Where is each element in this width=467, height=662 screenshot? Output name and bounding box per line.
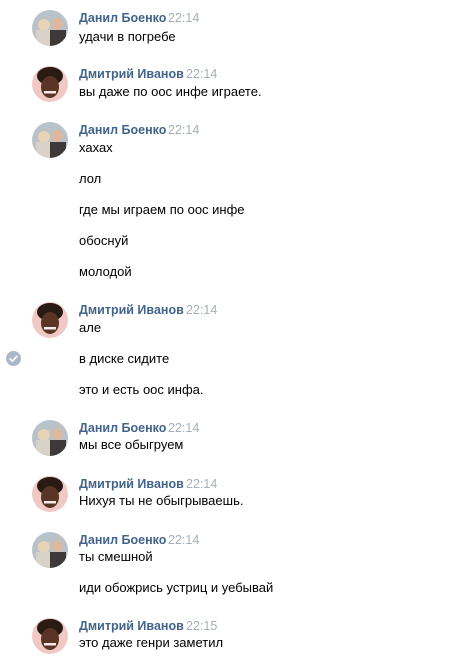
checkmark-circle-icon[interactable] <box>6 351 21 366</box>
message-time[interactable]: 22:15 <box>186 618 217 634</box>
message-text: хахах <box>79 140 113 155</box>
message-time[interactable]: 22:14 <box>168 122 199 138</box>
danil-avatar-icon[interactable] <box>32 10 68 46</box>
message-time[interactable]: 22:14 <box>186 302 217 318</box>
message-text: але <box>79 320 102 335</box>
dmitry-avatar-icon[interactable] <box>32 618 68 654</box>
dmitry-avatar-icon[interactable] <box>32 66 68 102</box>
danil-avatar-icon[interactable] <box>32 532 68 568</box>
message-text: лол <box>79 171 102 186</box>
author-name[interactable]: Дмитрий Иванов <box>79 302 184 318</box>
message-time[interactable]: 22:14 <box>168 10 199 26</box>
message-text: где мы играем по оос инфе <box>79 202 245 217</box>
message-text: обоснуй <box>79 233 129 248</box>
author-name[interactable]: Дмитрий Иванов <box>79 476 184 492</box>
danil-avatar-icon[interactable] <box>32 122 68 158</box>
message-text: это и есть оос инфа. <box>79 382 204 397</box>
message-time[interactable]: 22:14 <box>186 66 217 82</box>
message-time[interactable]: 22:14 <box>168 532 199 548</box>
author-name[interactable]: Дмитрий Иванов <box>79 618 184 634</box>
author-name[interactable]: Данил Боенко <box>79 532 166 548</box>
message-text: иди обожрись устриц и уебывай <box>79 580 274 595</box>
danil-avatar-icon[interactable] <box>32 420 68 456</box>
dmitry-avatar-icon[interactable] <box>32 476 68 512</box>
message-text: молодой <box>79 264 132 279</box>
author-name[interactable]: Данил Боенко <box>79 420 166 436</box>
message-text: удачи в погребе <box>79 29 176 44</box>
message-text: это даже генри заметил <box>79 635 224 650</box>
message-text: Нихуя ты не обыгрываешь. <box>79 493 244 508</box>
message-text: мы все обыгруем <box>79 437 184 452</box>
author-name[interactable]: Данил Боенко <box>79 122 166 138</box>
dmitry-avatar-icon[interactable] <box>32 302 68 338</box>
author-name[interactable]: Данил Боенко <box>79 10 166 26</box>
message-time[interactable]: 22:14 <box>186 476 217 492</box>
message-time[interactable]: 22:14 <box>168 420 199 436</box>
message-text: вы даже по оос инфе играете. <box>79 84 262 99</box>
message-text: ты смешной <box>79 549 153 564</box>
author-name[interactable]: Дмитрий Иванов <box>79 66 184 82</box>
message-text: в диске сидите <box>79 351 170 366</box>
